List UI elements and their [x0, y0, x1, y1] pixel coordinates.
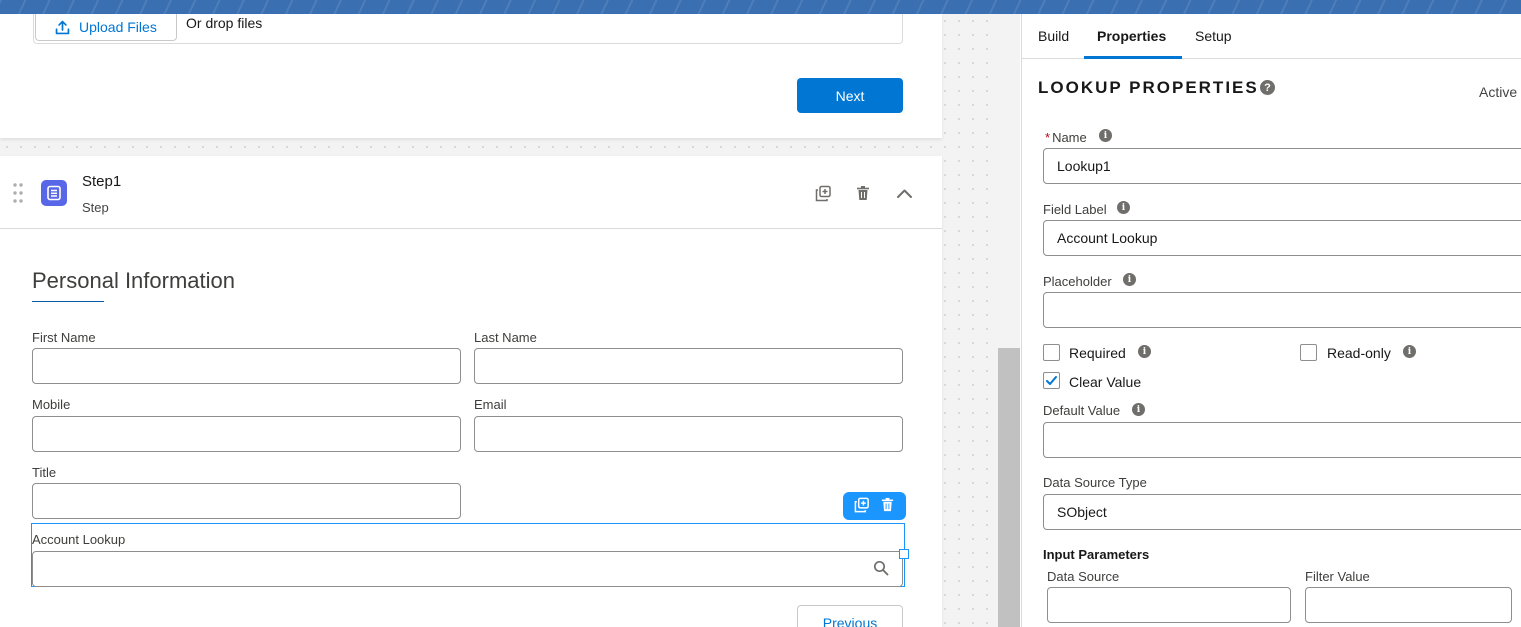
- step-icon: [41, 180, 67, 206]
- delete-element-icon[interactable]: [880, 497, 895, 515]
- drop-files-text: Or drop files: [186, 15, 263, 31]
- data-source-input[interactable]: [1047, 587, 1291, 623]
- panel-tabs: Build Properties Setup: [1022, 14, 1521, 59]
- field-label-info-icon[interactable]: i: [1117, 201, 1130, 214]
- active-tab-indicator: [1084, 56, 1182, 59]
- upload-files-button[interactable]: Upload Files: [35, 14, 177, 41]
- clear-value-label: Clear Value: [1069, 374, 1142, 390]
- duplicate-icon[interactable]: [814, 184, 832, 202]
- mobile-label: Mobile: [32, 397, 71, 412]
- filter-value-input[interactable]: [1305, 587, 1512, 623]
- search-icon[interactable]: [873, 560, 889, 576]
- top-banner: [0, 0, 1521, 14]
- next-button[interactable]: Next: [797, 78, 903, 113]
- step-subtitle: Step: [82, 200, 109, 215]
- tab-build[interactable]: Build: [1038, 28, 1069, 44]
- previous-button[interactable]: Previous: [797, 605, 903, 627]
- panel-title: LOOKUP PROPERTIES: [1038, 78, 1259, 97]
- status-text: Active: [1479, 84, 1518, 100]
- data-source-type-select[interactable]: SObject: [1043, 494, 1521, 530]
- element-toolbar: [843, 492, 906, 520]
- step-title: Step1: [82, 173, 122, 190]
- tab-setup[interactable]: Setup: [1195, 28, 1232, 44]
- field-label-label: Field Label: [1043, 202, 1107, 217]
- data-source-type-label: Data Source Type: [1043, 475, 1147, 490]
- field-label-input[interactable]: Account Lookup: [1043, 220, 1521, 256]
- account-lookup-label: Account Lookup: [32, 532, 126, 547]
- last-name-label: Last Name: [474, 330, 537, 345]
- readonly-info-icon[interactable]: i: [1403, 345, 1416, 358]
- title-field[interactable]: [32, 483, 461, 519]
- section-title: Personal Information: [32, 268, 235, 293]
- email-field[interactable]: [474, 416, 903, 452]
- duplicate-element-icon[interactable]: [854, 497, 870, 516]
- filter-value-label: Filter Value: [1305, 569, 1370, 584]
- delete-icon[interactable]: [854, 184, 872, 202]
- resize-handle[interactable]: [899, 549, 909, 559]
- default-value-input[interactable]: [1043, 422, 1521, 458]
- first-name-label: First Name: [32, 330, 96, 345]
- last-name-field[interactable]: [474, 348, 903, 384]
- placeholder-label: Placeholder: [1043, 274, 1112, 289]
- required-checkbox[interactable]: [1043, 344, 1060, 361]
- email-label: Email: [474, 397, 507, 412]
- readonly-checkbox[interactable]: [1300, 344, 1317, 361]
- first-name-field[interactable]: [32, 348, 461, 384]
- placeholder-input[interactable]: [1043, 292, 1521, 328]
- default-value-info-icon[interactable]: i: [1132, 403, 1145, 416]
- upload-icon: [55, 20, 70, 34]
- readonly-label: Read-only: [1327, 345, 1391, 361]
- clear-value-checkbox[interactable]: [1043, 372, 1060, 389]
- upload-files-label: Upload Files: [79, 19, 157, 35]
- checkmark-icon: [1046, 376, 1057, 385]
- input-parameters-heading: Input Parameters: [1043, 547, 1150, 562]
- tab-properties[interactable]: Properties: [1097, 28, 1166, 44]
- canvas-scrollbar-thumb[interactable]: [998, 348, 1020, 627]
- name-info-icon[interactable]: i: [1099, 129, 1112, 142]
- placeholder-info-icon[interactable]: i: [1123, 273, 1136, 286]
- properties-panel: Build Properties Setup LOOKUP PROPERTIES…: [1021, 14, 1521, 627]
- required-asterisk: *: [1045, 130, 1051, 145]
- data-source-label: Data Source: [1047, 569, 1120, 584]
- account-lookup-field[interactable]: [32, 551, 903, 587]
- step-card: Step1 Step Personal Information First Na…: [0, 156, 942, 627]
- step-header[interactable]: Step1 Step: [0, 156, 942, 229]
- mobile-field[interactable]: [32, 416, 461, 452]
- section-underline: [32, 301, 104, 302]
- required-label: Required: [1069, 345, 1126, 361]
- default-value-label: Default Value: [1043, 403, 1121, 418]
- help-icon[interactable]: ?: [1260, 80, 1275, 95]
- title-label: Title: [32, 465, 57, 480]
- name-label: * Name: [1045, 130, 1087, 145]
- chevron-up-icon[interactable]: [895, 184, 913, 202]
- drag-handle-icon[interactable]: [12, 182, 24, 204]
- previous-step-card: Upload Files Or drop files Next: [0, 14, 942, 138]
- required-info-icon[interactable]: i: [1138, 345, 1151, 358]
- name-input[interactable]: Lookup1: [1043, 148, 1521, 184]
